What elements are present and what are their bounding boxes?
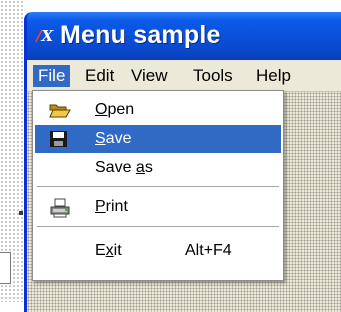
menu-item-label: Save as: [95, 159, 153, 176]
menu-help[interactable]: Help: [251, 65, 296, 87]
printer-icon: [49, 198, 70, 218]
menu-edit[interactable]: Edit: [80, 65, 119, 87]
menu-item-save[interactable]: Save: [35, 125, 281, 153]
menu-item-label: Open: [95, 101, 135, 118]
floppy-disk-icon: [49, 130, 69, 148]
menu-item-label: Print: [95, 198, 128, 215]
desktop-dot: [19, 211, 23, 215]
menu-item-print[interactable]: Print: [35, 193, 281, 221]
menu-separator: [37, 186, 279, 187]
app-icon[interactable]: /X: [36, 27, 60, 45]
menu-bar: File Edit View Tools Help: [27, 62, 341, 90]
menu-separator: [37, 226, 279, 227]
desktop-element-fragment: [0, 252, 11, 284]
menu-file[interactable]: File: [33, 65, 71, 87]
menu-item-open[interactable]: Open: [35, 96, 281, 124]
menu-item-exit[interactable]: Exit Alt+F4: [35, 237, 281, 265]
menu-item-label: Save: [95, 130, 132, 147]
menu-view[interactable]: View: [126, 65, 173, 87]
file-menu-dropdown: Open Save Save as Print Exit Alt+F4: [32, 90, 284, 281]
menu-tools[interactable]: Tools: [188, 65, 238, 87]
menu-item-shortcut: Alt+F4: [185, 242, 232, 259]
menu-item-save-as[interactable]: Save as: [35, 154, 281, 182]
menu-item-label: Exit: [95, 242, 122, 259]
title-bar[interactable]: /X Menu sample: [27, 12, 341, 60]
window-title: Menu sample: [60, 21, 221, 49]
folder-open-icon: [49, 101, 71, 119]
